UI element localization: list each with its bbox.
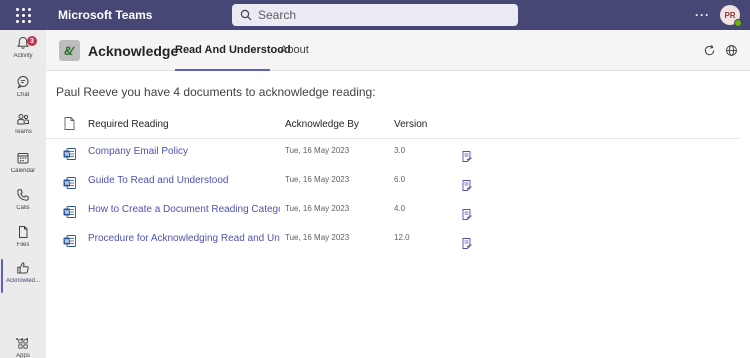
- table-row[interactable]: W How to Create a Document Reading Categ…: [46, 202, 740, 231]
- rail-label-files: Files: [16, 242, 30, 248]
- rail-label-activity: Activity: [13, 53, 33, 59]
- activity-count-badge: 3: [27, 36, 37, 46]
- rail-item-acknowledge[interactable]: Acknowled...: [0, 259, 46, 295]
- chat-icon: [17, 76, 29, 89]
- app-title: Microsoft Teams: [58, 8, 153, 22]
- search-icon: [240, 9, 252, 21]
- tab-read-and-understood[interactable]: Read And Understood: [175, 44, 291, 56]
- acknowledge-by-date: Tue, 16 May 2023: [285, 204, 350, 213]
- column-header-acknowledge-by[interactable]: Acknowledge By: [285, 119, 359, 130]
- column-header-version[interactable]: Version: [394, 119, 427, 130]
- app-header: & Acknowledge Read And Understood About: [46, 30, 750, 71]
- search-box[interactable]: [232, 4, 518, 26]
- intro-text: Paul Reeve you have 4 documents to ackno…: [56, 85, 376, 99]
- rail-item-files[interactable]: Files: [0, 223, 46, 259]
- rail-item-teams[interactable]: Teams: [0, 110, 46, 146]
- svg-text:W: W: [65, 152, 70, 158]
- phone-icon: [17, 189, 29, 201]
- rail-label-calls: Calls: [16, 205, 30, 211]
- svg-text:W: W: [65, 239, 70, 245]
- svg-text:W: W: [65, 210, 70, 216]
- word-document-icon: W: [63, 148, 76, 160]
- column-header-required-reading[interactable]: Required Reading: [88, 119, 169, 130]
- rail-label-apps: Apps: [16, 352, 30, 358]
- file-icon: [19, 226, 28, 238]
- document-column-icon: [64, 117, 75, 130]
- acknowledge-by-date: Tue, 16 May 2023: [285, 233, 350, 242]
- avatar-initials: PR: [724, 10, 736, 20]
- avatar[interactable]: PR: [720, 5, 742, 27]
- document-link[interactable]: How to Create a Document Reading Categor…: [88, 204, 280, 215]
- rail-item-apps[interactable]: Apps: [0, 336, 46, 358]
- rail-label-acknowledge: Acknowled...: [5, 278, 41, 284]
- apps-icon: [18, 339, 28, 349]
- document-link[interactable]: Procedure for Acknowledging Read and Und…: [88, 233, 280, 244]
- acknowledge-icon[interactable]: [462, 151, 472, 162]
- document-version: 3.0: [394, 146, 406, 155]
- more-options-button[interactable]: ···: [695, 8, 710, 22]
- document-version: 6.0: [394, 175, 406, 184]
- waffle-icon: [15, 7, 31, 23]
- table-header: Required Reading Acknowledge By Version: [46, 117, 740, 139]
- rail-item-calls[interactable]: Calls: [0, 186, 46, 222]
- document-link[interactable]: Company Email Policy: [88, 146, 280, 157]
- acknowledge-by-date: Tue, 16 May 2023: [285, 175, 350, 184]
- search-input[interactable]: [258, 8, 498, 22]
- thumbs-up-icon: [17, 262, 29, 274]
- refresh-icon[interactable]: [703, 44, 716, 57]
- rail-label-chat: Chat: [16, 92, 30, 98]
- rail-label-calendar: Calendar: [10, 168, 36, 174]
- main-content: Paul Reeve you have 4 documents to ackno…: [46, 71, 750, 358]
- active-indicator: [1, 259, 3, 293]
- word-document-icon: W: [63, 206, 76, 218]
- word-document-icon: W: [63, 235, 76, 247]
- document-version: 4.0: [394, 204, 406, 213]
- table-row[interactable]: W Procedure for Acknowledging Read and U…: [46, 231, 740, 260]
- app-name: Acknowledge: [88, 43, 179, 59]
- tab-about[interactable]: About: [280, 44, 309, 56]
- app-launcher-button[interactable]: [0, 0, 46, 30]
- rail-label-teams: Teams: [14, 129, 32, 135]
- presence-available-icon: [734, 19, 742, 27]
- table-row[interactable]: W Guide To Read and Understood Tue, 16 M…: [46, 173, 740, 202]
- acknowledge-icon[interactable]: [462, 180, 472, 191]
- svg-text:W: W: [65, 181, 70, 187]
- acknowledge-logo-icon: &: [64, 44, 75, 58]
- calendar-icon: [17, 153, 29, 164]
- document-link[interactable]: Guide To Read and Understood: [88, 175, 280, 186]
- rail-item-calendar[interactable]: Calendar: [0, 149, 46, 185]
- rail-item-chat[interactable]: Chat: [0, 73, 46, 109]
- teams-icon: [17, 114, 29, 125]
- globe-icon[interactable]: [725, 44, 738, 57]
- acknowledge-by-date: Tue, 16 May 2023: [285, 146, 350, 155]
- rail-item-activity[interactable]: 3 Activity: [0, 34, 46, 70]
- app-rail: 3 Activity Chat Teams Calendar Calls Fil…: [0, 30, 46, 358]
- top-bar: Microsoft Teams ··· PR: [0, 0, 750, 30]
- table-row[interactable]: W Company Email Policy Tue, 16 May 2023 …: [46, 144, 740, 173]
- word-document-icon: W: [63, 177, 76, 189]
- acknowledge-icon[interactable]: [462, 209, 472, 220]
- acknowledge-icon[interactable]: [462, 238, 472, 249]
- document-version: 12.0: [394, 233, 410, 242]
- acknowledge-app-logo: &: [59, 40, 80, 61]
